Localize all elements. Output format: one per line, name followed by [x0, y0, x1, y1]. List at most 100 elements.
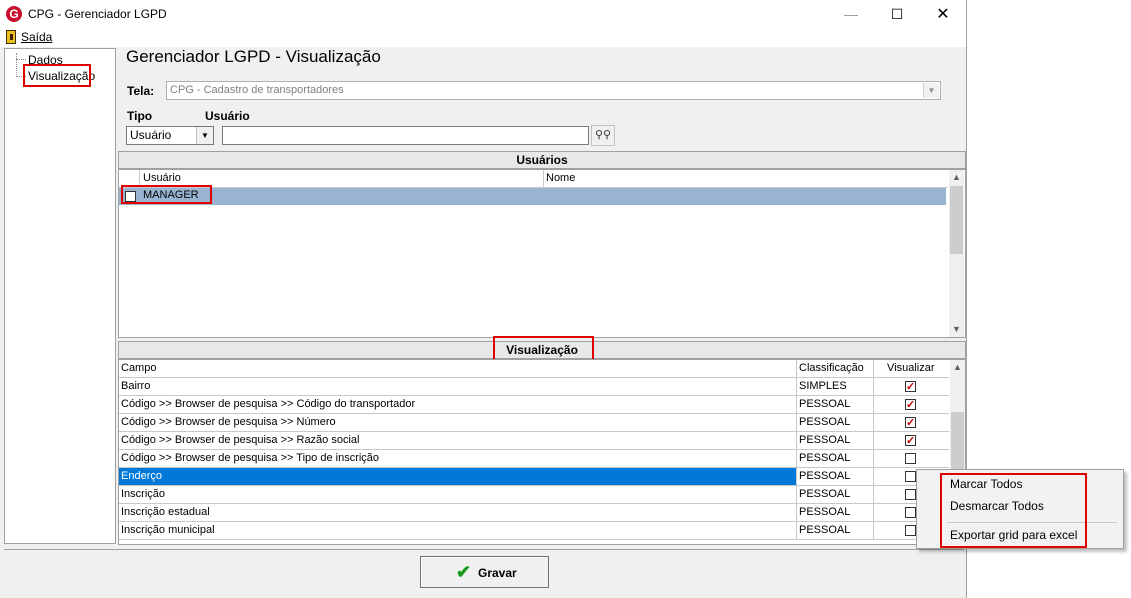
- table-row[interactable]: Código >> Browser de pesquisa >> Código …: [119, 396, 949, 414]
- table-row[interactable]: Inscrição PESSOAL: [119, 486, 949, 504]
- visualizar-checkbox[interactable]: [905, 379, 916, 396]
- row-campo: Inscrição municipal: [121, 524, 215, 536]
- scroll-thumb[interactable]: [950, 186, 963, 254]
- column-divider: [873, 486, 874, 503]
- row-classificacao: PESSOAL: [799, 434, 851, 446]
- tipo-label: Tipo: [127, 109, 153, 123]
- minimize-button[interactable]: —: [828, 0, 874, 29]
- row-classificacao: PESSOAL: [799, 470, 851, 482]
- row-classificacao: PESSOAL: [799, 488, 851, 500]
- row-campo: Inscrição: [121, 488, 166, 500]
- column-header-campo[interactable]: Campo: [121, 360, 156, 377]
- table-row[interactable]: Código >> Browser de pesquisa >> Número P…: [119, 414, 949, 432]
- column-divider: [873, 468, 874, 485]
- tela-select: CPG - Cadastro de transportadores ▼: [166, 81, 941, 100]
- chevron-down-icon: ▼: [923, 83, 939, 98]
- table-row[interactable]: Inscrição estadual PESSOAL: [119, 504, 949, 522]
- checkmark-icon: ✔: [456, 562, 472, 582]
- title-bar: G CPG - Gerenciador LGPD — ☐ ✕: [0, 0, 966, 29]
- row-classificacao: PESSOAL: [799, 398, 851, 410]
- tipo-select[interactable]: Usuário ▼: [126, 126, 214, 145]
- column-divider: [873, 396, 874, 413]
- column-divider: [796, 378, 797, 395]
- table-row[interactable]: Código >> Browser de pesquisa >> Tipo de…: [119, 450, 949, 468]
- page-title: Gerenciador LGPD - Visualização: [126, 47, 381, 66]
- row-classificacao: PESSOAL: [799, 506, 851, 518]
- visualizar-checkbox[interactable]: [905, 453, 916, 464]
- row-classificacao: PESSOAL: [799, 524, 851, 536]
- visualizar-checkbox[interactable]: [905, 433, 916, 450]
- column-header-visualizar[interactable]: Visualizar: [887, 360, 935, 377]
- column-divider: [796, 468, 797, 485]
- app-logo-icon: G: [6, 6, 22, 22]
- highlight-box-context-menu: [940, 473, 1087, 548]
- tipo-select-value: Usuário: [130, 128, 172, 142]
- column-divider: [873, 522, 874, 539]
- main-window: G CPG - Gerenciador LGPD — ☐ ✕ Saída Dad…: [0, 0, 967, 598]
- column-divider: [796, 360, 797, 377]
- row-campo: Código >> Browser de pesquisa >> Tipo de…: [121, 452, 380, 464]
- scroll-up-icon[interactable]: ▲: [950, 360, 965, 375]
- exit-door-icon[interactable]: [6, 30, 16, 44]
- visualizacao-grid-header: Campo Classificação Visualizar: [119, 360, 949, 378]
- row-classificacao: PESSOAL: [799, 416, 851, 428]
- column-divider: [873, 504, 874, 521]
- row-classificacao: PESSOAL: [799, 452, 851, 464]
- row-campo: Inscrição estadual: [121, 506, 210, 518]
- scroll-up-icon[interactable]: ▲: [949, 170, 964, 185]
- row-campo: Código >> Browser de pesquisa >> Código …: [121, 398, 416, 410]
- table-row[interactable]: Código >> Browser de pesquisa >> Razão s…: [119, 432, 949, 450]
- column-divider: [873, 432, 874, 449]
- row-campo: Enderço: [121, 470, 162, 482]
- column-header-classificacao[interactable]: Classificação: [799, 360, 864, 377]
- menu-bar: [0, 29, 966, 47]
- visualizacao-grid: Campo Classificação Visualizar Bairro SIM…: [118, 359, 966, 545]
- row-campo: Código >> Browser de pesquisa >> Número: [121, 416, 336, 428]
- column-divider: [796, 450, 797, 467]
- scroll-down-icon[interactable]: ▼: [949, 322, 964, 337]
- column-header-nome[interactable]: Nome: [546, 170, 575, 187]
- visualizar-checkbox[interactable]: [905, 525, 916, 536]
- column-divider: [796, 504, 797, 521]
- visualizar-checkbox[interactable]: [905, 415, 916, 432]
- column-divider: [796, 486, 797, 503]
- close-button[interactable]: ✕: [920, 0, 966, 29]
- highlight-box-tree: [23, 64, 91, 87]
- visualizar-checkbox[interactable]: [905, 489, 916, 500]
- visualizar-checkbox[interactable]: [905, 471, 916, 482]
- users-grid-scrollbar[interactable]: ▲ ▼: [949, 170, 964, 337]
- row-campo: Código >> Browser de pesquisa >> Razão s…: [121, 434, 360, 446]
- highlight-box-manager: [121, 185, 212, 204]
- row-classificacao: SIMPLES: [799, 380, 847, 392]
- tree-connector: [16, 53, 17, 77]
- chevron-down-icon[interactable]: ▼: [196, 127, 213, 144]
- tela-select-value: CPG - Cadastro de transportadores: [170, 84, 344, 96]
- column-divider: [796, 522, 797, 539]
- users-grid: Usuário Nome MANAGER ▲ ▼: [118, 169, 966, 338]
- table-row[interactable]: Bairro SIMPLES: [119, 378, 949, 396]
- save-button[interactable]: ✔ Gravar: [420, 556, 549, 588]
- column-divider: [873, 360, 874, 377]
- usuario-search-input[interactable]: [222, 126, 589, 145]
- visualizar-checkbox[interactable]: [905, 397, 916, 414]
- visualizar-checkbox[interactable]: [905, 507, 916, 518]
- users-panel-header: Usuários: [118, 151, 966, 169]
- row-campo: Bairro: [121, 380, 151, 392]
- binoculars-icon: ⚲⚲: [594, 129, 612, 141]
- highlight-box-visualizacao: [493, 336, 594, 361]
- column-divider: [873, 378, 874, 395]
- table-row[interactable]: Enderço PESSOAL: [119, 468, 949, 486]
- column-divider: [873, 414, 874, 431]
- maximize-button[interactable]: ☐: [874, 0, 920, 29]
- table-row[interactable]: MANAGER: [119, 188, 946, 205]
- tree-connector: [16, 59, 26, 60]
- table-row[interactable]: Inscrição municipal PESSOAL: [119, 522, 949, 540]
- column-divider: [796, 396, 797, 413]
- column-divider: [796, 414, 797, 431]
- column-divider: [796, 432, 797, 449]
- save-button-label: Gravar: [478, 566, 517, 580]
- binoculars-search-button[interactable]: ⚲⚲: [591, 125, 615, 146]
- menu-exit-label[interactable]: Saída: [21, 30, 52, 44]
- menu-exit[interactable]: Saída: [21, 30, 52, 44]
- window-title: CPG - Gerenciador LGPD: [28, 7, 167, 21]
